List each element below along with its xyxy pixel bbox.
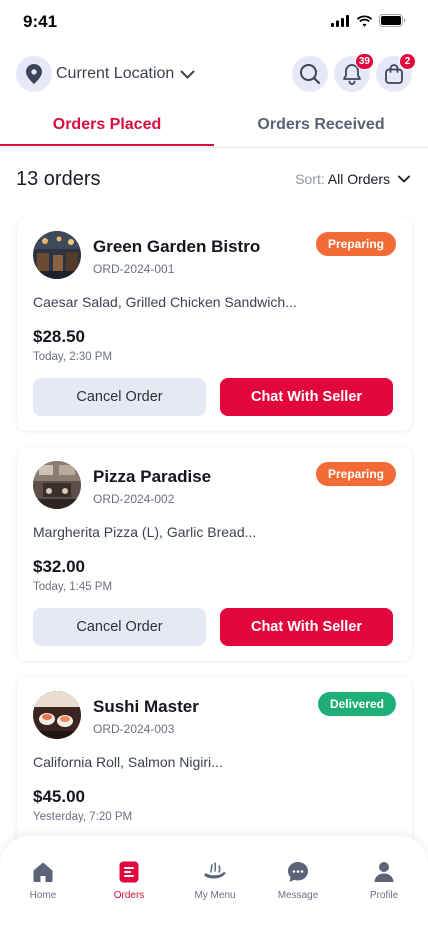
status-bar: 9:41 bbox=[0, 0, 428, 44]
order-items: Margherita Pizza (L), Garlic Bread... bbox=[33, 524, 257, 540]
chat-with-seller-button[interactable]: Chat With Seller bbox=[220, 608, 393, 646]
profile-icon bbox=[374, 858, 394, 886]
location-label: Current Location bbox=[56, 65, 175, 82]
sort-label: Sort: bbox=[295, 171, 325, 187]
order-count: 13 orders bbox=[16, 168, 101, 190]
status-time: 9:41 bbox=[23, 12, 58, 31]
tab-orders-received[interactable]: Orders Received bbox=[214, 106, 428, 146]
restaurant-avatar bbox=[33, 461, 81, 509]
cancel-order-button[interactable]: Cancel Order bbox=[33, 378, 206, 416]
nav-label: Profile bbox=[369, 890, 399, 901]
chat-with-seller-button[interactable]: Chat With Seller bbox=[220, 378, 393, 416]
order-price: $28.50 bbox=[33, 327, 85, 346]
sort-value: All Orders bbox=[327, 171, 390, 187]
order-time: Yesterday, 7:20 PM bbox=[33, 811, 133, 823]
status-icons bbox=[331, 14, 406, 27]
order-id: ORD-2024-002 bbox=[93, 492, 175, 506]
battery-icon bbox=[379, 14, 406, 27]
order-id: ORD-2024-003 bbox=[93, 722, 175, 736]
order-time: Today, 1:45 PM bbox=[33, 581, 113, 593]
nav-label: Home bbox=[29, 890, 57, 901]
cart-button[interactable]: 2 bbox=[376, 53, 416, 92]
order-price: $32.00 bbox=[33, 557, 85, 576]
notification-count-badge: 39 bbox=[354, 53, 374, 70]
active-tab-indicator bbox=[0, 144, 214, 146]
nav-item-my-menu[interactable]: My Menu bbox=[175, 858, 255, 901]
order-id: ORD-2024-001 bbox=[93, 262, 175, 276]
nav-label: Message bbox=[277, 890, 319, 901]
chevron-down-icon bbox=[180, 70, 195, 79]
nav-item-home[interactable]: Home bbox=[3, 858, 83, 901]
restaurant-name: Pizza Paradise bbox=[93, 467, 212, 486]
status-badge: Delivered bbox=[317, 692, 396, 716]
cellular-signal-icon bbox=[331, 14, 349, 27]
search-button[interactable] bbox=[292, 56, 328, 92]
order-card[interactable]: Green Garden Bistro ORD-2024-001 Prepari… bbox=[17, 217, 412, 431]
nav-item-profile[interactable]: Profile bbox=[344, 858, 424, 901]
sort-dropdown[interactable]: Sort: All Orders bbox=[295, 171, 410, 187]
location-pin-icon bbox=[16, 56, 52, 92]
nav-label: Orders bbox=[113, 890, 145, 901]
nav-item-message[interactable]: Message bbox=[258, 858, 338, 901]
orders-icon bbox=[119, 858, 139, 886]
status-badge: Preparing bbox=[315, 462, 396, 486]
cancel-order-button[interactable]: Cancel Order bbox=[33, 608, 206, 646]
order-items: Caesar Salad, Grilled Chicken Sandwich..… bbox=[33, 294, 297, 310]
restaurant-avatar bbox=[33, 231, 81, 279]
order-card[interactable]: Pizza Paradise ORD-2024-002 Preparing Ma… bbox=[17, 447, 412, 661]
home-icon bbox=[32, 858, 54, 886]
nav-label: My Menu bbox=[194, 890, 236, 901]
status-badge: Preparing bbox=[315, 232, 396, 256]
order-items: California Roll, Salmon Nigiri... bbox=[33, 754, 223, 770]
wifi-icon bbox=[356, 15, 373, 27]
order-tabs: Orders Placed Orders Received bbox=[0, 106, 428, 148]
tab-orders-placed[interactable]: Orders Placed bbox=[0, 106, 214, 146]
cart-count-badge: 2 bbox=[399, 53, 416, 70]
location-selector[interactable]: Current Location bbox=[16, 56, 195, 92]
message-icon bbox=[287, 858, 309, 886]
bottom-nav: Home Orders My Menu Message Profile bbox=[0, 836, 428, 926]
restaurant-name: Green Garden Bistro bbox=[93, 237, 261, 256]
chevron-down-icon bbox=[398, 175, 410, 183]
restaurant-avatar bbox=[33, 691, 81, 739]
menu-icon bbox=[202, 858, 228, 886]
search-icon bbox=[300, 64, 321, 85]
nav-item-orders[interactable]: Orders bbox=[89, 858, 169, 901]
notifications-button[interactable]: 39 bbox=[334, 53, 374, 92]
order-price: $45.00 bbox=[33, 787, 85, 806]
order-time: Today, 2:30 PM bbox=[33, 351, 113, 363]
restaurant-name: Sushi Master bbox=[93, 697, 199, 716]
